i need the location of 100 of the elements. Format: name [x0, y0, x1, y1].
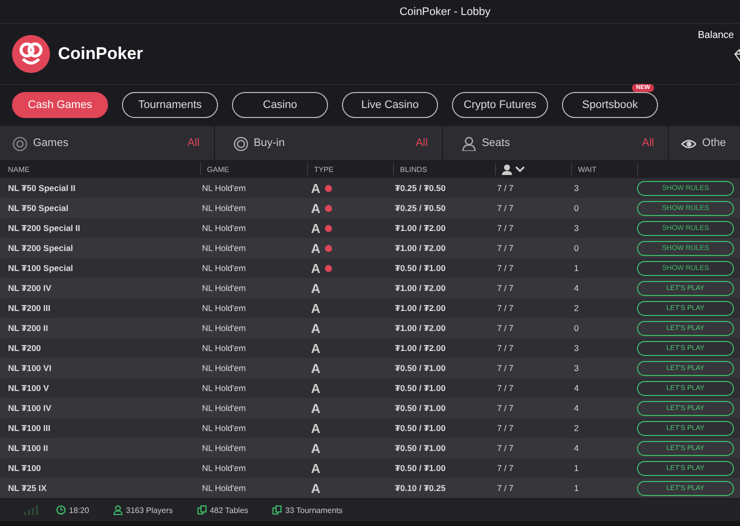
table-cell-text: 7 / 7: [496, 183, 515, 193]
table-cell-text: ₮0.25 / ₮0.50: [394, 183, 447, 193]
table-cell-text: NL ₮200 III: [7, 303, 52, 313]
table-type-letter: A: [311, 440, 320, 456]
cards-icon: [196, 505, 207, 515]
status-text: 482 Tables: [210, 506, 248, 514]
table-cell-text: 7 / 7: [496, 283, 515, 293]
table-cell-text: NL ₮25 IX: [7, 483, 48, 493]
table-cell-text: NL ₮100 III: [7, 423, 52, 433]
table-type-letter: A: [311, 240, 320, 256]
table-cell-text: 0: [573, 203, 580, 213]
table-cell-text: NL Hold'em: [201, 343, 247, 353]
nav-tab[interactable]: Casino: [232, 92, 328, 118]
table-cell-text: 4: [573, 283, 580, 293]
table-cell-text: ₮0.50 / ₮1.00: [394, 263, 447, 273]
table-cell-text: NL Hold'em: [201, 463, 247, 473]
table-type-letter: A: [311, 420, 320, 436]
table-cell-text: ₮1.00 / ₮2.00: [394, 223, 447, 233]
table-cell-text: ₮0.10 / ₮0.25: [394, 483, 447, 493]
table-cell-text: 7 / 7: [496, 223, 515, 233]
table-cell-text: ₮0.50 / ₮1.00: [394, 423, 447, 433]
table-cell-text: 7 / 7: [496, 303, 515, 313]
table-cell-text: 7 / 7: [496, 323, 515, 333]
table-cell-text: ₮0.25 / ₮0.50: [394, 203, 447, 213]
table-cell-text: ₮0.50 / ₮1.00: [394, 403, 447, 413]
table-cell-text: 7 / 7: [496, 463, 515, 473]
table-cell-text: 3: [573, 183, 580, 193]
table-cell-text: ₮1.00 / ₮2.00: [394, 283, 447, 293]
chevron-down-icon: [515, 166, 525, 172]
table-cell-text: 4: [573, 403, 580, 413]
window-title: CoinPoker - Lobby: [398, 6, 491, 18]
table-cell-text: NL Hold'em: [201, 323, 247, 333]
nav-tab[interactable]: Crypto Futures: [452, 92, 548, 118]
table-cell-text: 7 / 7: [496, 243, 515, 253]
balance-label: Balance: [698, 30, 735, 41]
table-type-letter: A: [311, 200, 320, 216]
table-cell-text: NL Hold'em: [201, 283, 247, 293]
nav-tab[interactable]: Sportsbook: [562, 92, 658, 118]
table-cell-text: 7 / 7: [496, 423, 515, 433]
cards-icon: [272, 505, 282, 515]
table-cell-text: 7 / 7: [496, 383, 515, 393]
table-cell-text: NL Hold'em: [201, 443, 247, 453]
table-cell-text: 7 / 7: [496, 483, 515, 493]
person-icon: [502, 164, 512, 174]
table-cell-text: NL ₮100 II: [7, 443, 49, 453]
table-cell-text: 7 / 7: [496, 443, 515, 453]
table-cell-text: 2: [573, 303, 580, 313]
table-cell-text: 1: [573, 263, 580, 273]
table-cell-text: NL ₮200 Special: [7, 243, 74, 253]
table-cell-text: NL ₮100 IV: [7, 403, 52, 413]
table-type-letter: A: [311, 460, 320, 476]
table-cell-text: 4: [573, 443, 580, 453]
table-cell-text: NL Hold'em: [201, 483, 247, 493]
table-cell-text: ₮1.00 / ₮2.00: [394, 243, 447, 253]
table-cell-text: NL ₮50 Special: [7, 203, 70, 213]
table-cell-text: 3: [573, 363, 580, 373]
table-cell-text: NL Hold'em: [201, 303, 247, 313]
table-cell-text: NL ₮100 Special: [7, 263, 74, 273]
logo-icon: [12, 35, 50, 73]
chip-icon: [12, 136, 27, 150]
table-cell-text: 7 / 7: [496, 343, 515, 353]
status-text: 33 Tournaments: [285, 506, 343, 514]
table-cell-text: NL Hold'em: [201, 403, 247, 413]
table-cell-text: NL ₮50 Special II: [7, 183, 76, 193]
table-type-letter: A: [311, 340, 320, 356]
table-cell-text: 3: [573, 223, 580, 233]
table-type-letter: A: [311, 360, 320, 376]
table-cell-text: 7 / 7: [496, 403, 515, 413]
status-text: 3163 Players: [126, 506, 173, 514]
clock-icon: [56, 505, 66, 515]
table-cell-text: 1: [573, 463, 580, 473]
table-cell-text: NL Hold'em: [201, 183, 247, 193]
table-cell-text: 7 / 7: [496, 263, 515, 273]
table-cell-text: NL Hold'em: [201, 223, 247, 233]
table-type-letter: A: [311, 320, 320, 336]
table-cell-text: ₮1.00 / ₮2.00: [394, 303, 447, 313]
chip-icon: [232, 136, 248, 150]
table-cell-text: 2: [573, 423, 580, 433]
status-text: 18:20: [69, 506, 90, 514]
signal-icon: [24, 505, 38, 515]
person-icon: [460, 136, 476, 150]
table-cell-text: NL ₮200 II: [7, 323, 49, 333]
table-cell-text: NL ₮100: [7, 463, 42, 473]
table-cell-text: ₮0.50 / ₮1.00: [394, 443, 447, 453]
table-cell-text: 7 / 7: [496, 363, 515, 373]
table-cell-text: ₮1.00 / ₮2.00: [394, 323, 447, 333]
table-cell-text: NL ₮200 IV: [7, 283, 52, 293]
person-icon: [113, 505, 124, 515]
table-cell-text: ₮1.00 / ₮2.00: [394, 343, 447, 353]
table-cell-text: ₮0.50 / ₮1.00: [394, 463, 447, 473]
nav-tab[interactable]: Tournaments: [122, 92, 218, 118]
nav-tab[interactable]: Cash Games: [12, 92, 108, 118]
table-cell-text: NL Hold'em: [201, 423, 247, 433]
table-type-letter: A: [311, 180, 320, 196]
table-cell-text: NL ₮100 VI: [7, 363, 52, 373]
table-type-letter: A: [311, 300, 320, 316]
table-cell-text: NL ₮200 Special II: [7, 223, 82, 233]
filter-dropdown[interactable]: Othe: [669, 126, 740, 160]
table-type-letter: A: [311, 280, 320, 296]
nav-tab[interactable]: Live Casino: [342, 92, 438, 118]
